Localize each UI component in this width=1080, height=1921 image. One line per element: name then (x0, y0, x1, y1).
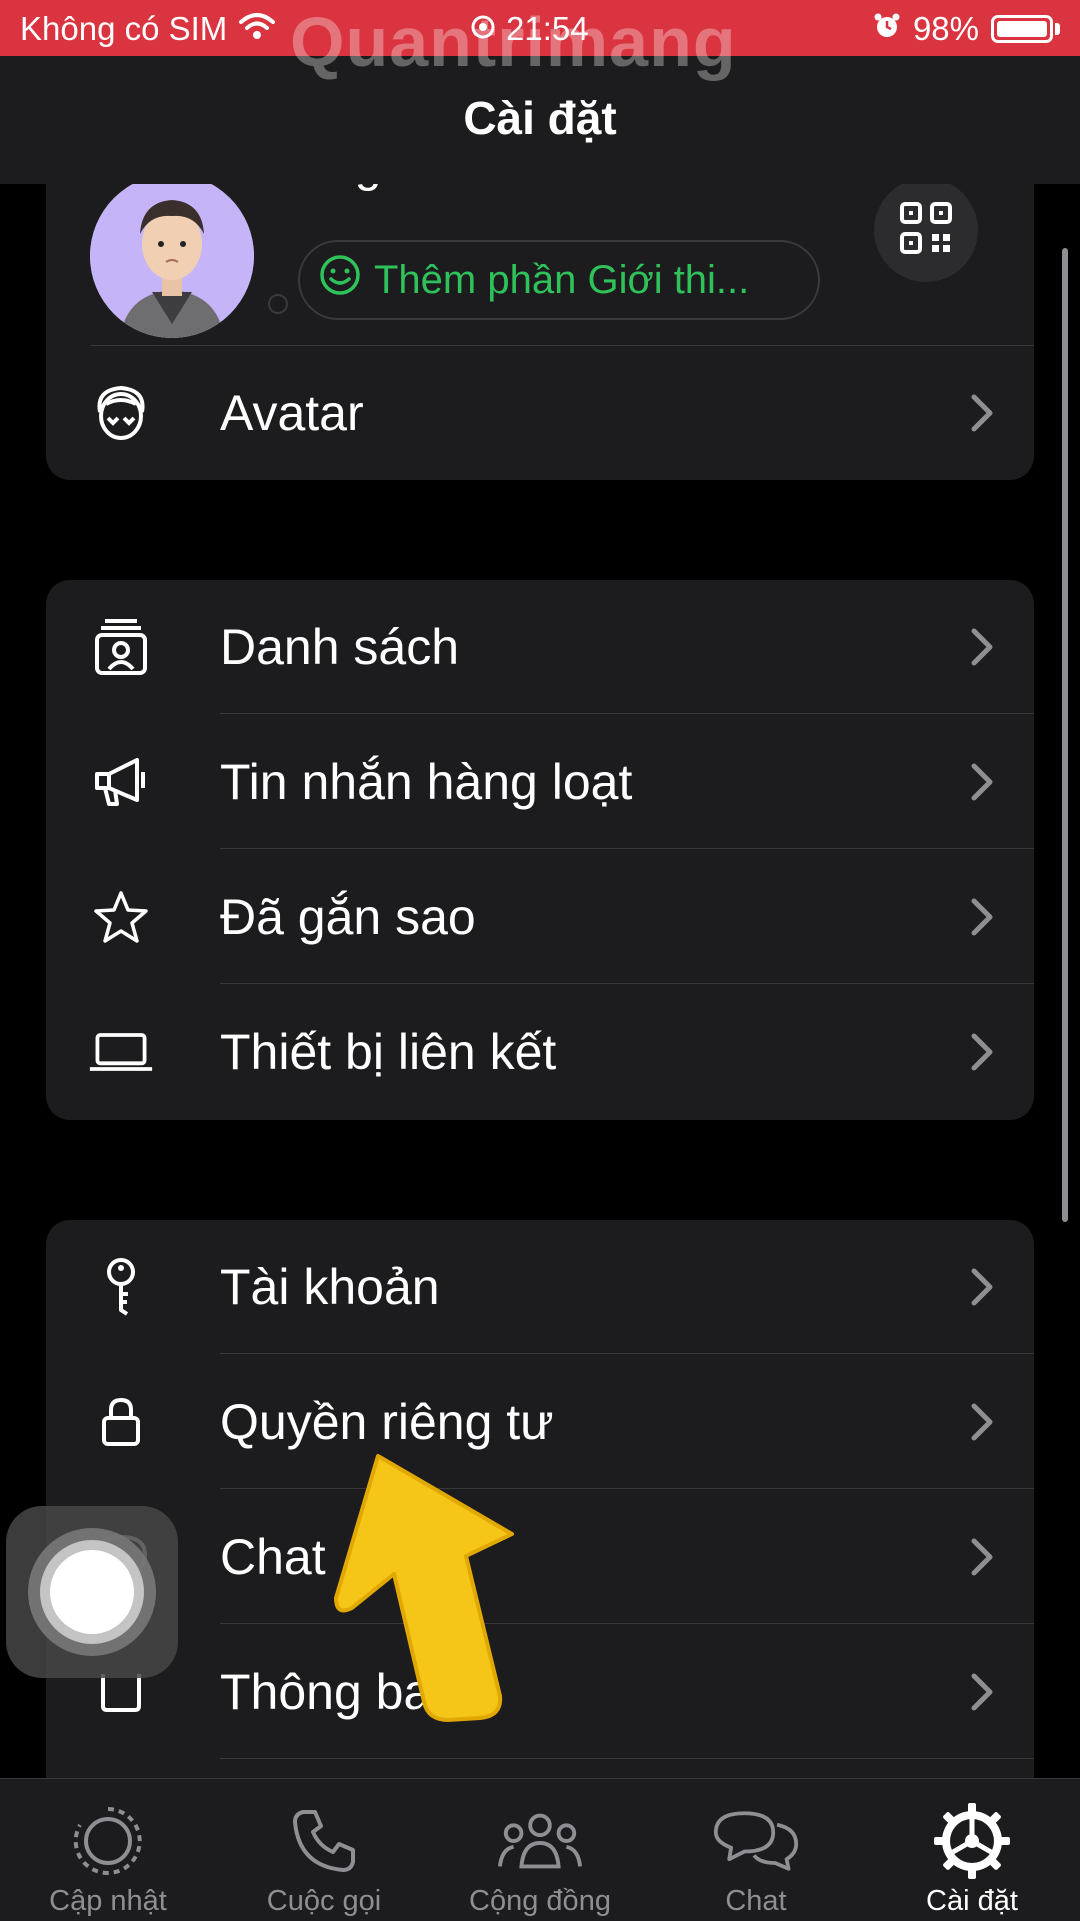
laptop-icon (88, 1019, 154, 1085)
about-button[interactable]: Thêm phần Giới thi... (298, 240, 820, 320)
settings-row-account[interactable]: Tài khoản (46, 1220, 1034, 1354)
qr-code-button[interactable] (874, 184, 978, 282)
bubble-tail (268, 294, 288, 314)
qr-code-icon (898, 200, 954, 261)
chats-icon (712, 1797, 800, 1885)
battery-icon (991, 15, 1053, 43)
chevron-right-icon (968, 391, 996, 435)
tab-label: Cập nhật (49, 1885, 167, 1917)
settings-row-privacy[interactable]: Quyền riêng tư (46, 1355, 1034, 1489)
tab-updates[interactable]: Cập nhật (0, 1779, 216, 1921)
settings-row-notifications[interactable]: Thông ba (46, 1625, 1034, 1759)
row-separator (220, 1353, 1034, 1354)
about-placeholder: Thêm phần Giới thi... (374, 257, 750, 302)
tab-label: Cài đặt (926, 1885, 1018, 1917)
tab-settings[interactable]: Cài đặt (864, 1779, 1080, 1921)
battery-percent: 98% (912, 10, 979, 47)
tab-bar: Cập nhật Cuộc gọi Cộng đồng Chat Cài đặt (0, 1778, 1080, 1921)
chevron-right-icon (968, 1670, 996, 1714)
phone-icon (280, 1797, 368, 1885)
chevron-right-icon (968, 1535, 996, 1579)
row-label: Đã gắn sao (220, 889, 476, 945)
avatar-face-icon (88, 380, 154, 446)
row-separator (220, 713, 1034, 714)
row-label: Avatar (220, 385, 364, 441)
row-separator (220, 983, 1034, 984)
row-separator (220, 1758, 1034, 1759)
row-label: Danh sách (220, 619, 460, 675)
settings-row-starred[interactable]: Đã gắn sao (46, 850, 1034, 984)
row-label: Tin nhắn hàng loạt (220, 754, 633, 810)
settings-gear-icon (928, 1797, 1016, 1885)
settings-row-chats[interactable]: Chat (46, 1490, 1034, 1624)
community-icon (496, 1797, 584, 1885)
lists-card: Danh sách Tin nhắn hàng loạt Đã gắn sao … (46, 580, 1034, 1120)
smiley-icon (318, 253, 362, 307)
row-label: Tài khoản (220, 1259, 440, 1315)
row-label: Thiết bị liên kết (220, 1024, 557, 1080)
contact-list-icon (88, 614, 154, 680)
settings-row-linked-devices[interactable]: Thiết bị liên kết (46, 985, 1034, 1119)
tab-label: Chat (725, 1885, 787, 1917)
chevron-right-icon (968, 625, 996, 669)
alarm-icon (873, 10, 901, 48)
tab-label: Cộng đồng (469, 1885, 611, 1917)
key-icon (88, 1254, 154, 1320)
carrier-label: Không có SIM (20, 10, 228, 47)
chevron-right-icon (968, 895, 996, 939)
tab-chats[interactable]: Chat (648, 1779, 864, 1921)
battery-cap (1055, 23, 1060, 35)
chevron-right-icon (968, 1265, 996, 1309)
megaphone-icon (88, 749, 154, 815)
chevron-right-icon (968, 1400, 996, 1444)
annotation-arrow-icon (316, 1444, 530, 1730)
avatar[interactable] (90, 184, 254, 338)
settings-row-lists[interactable]: Danh sách (46, 580, 1034, 714)
settings-row-broadcast[interactable]: Tin nhắn hàng loạt (46, 715, 1034, 849)
chevron-right-icon (968, 760, 996, 804)
profile-name[interactable]: Angel Park (296, 184, 531, 193)
chevron-right-icon (968, 1030, 996, 1074)
updates-icon (64, 1797, 152, 1885)
tab-label: Cuộc gọi (266, 1885, 382, 1917)
settings-row-avatar[interactable]: Avatar (46, 346, 1034, 480)
star-icon (88, 884, 154, 950)
wifi-icon (239, 10, 276, 48)
watermark-logo: Quantrimang (290, 3, 737, 81)
row-separator (220, 848, 1034, 849)
assistive-touch-button[interactable] (6, 1506, 178, 1678)
lock-icon (88, 1389, 154, 1455)
tab-communities[interactable]: Cộng đồng (432, 1779, 648, 1921)
row-label: Chat (220, 1529, 326, 1585)
account-card: Tài khoản Quyền riêng tư Chat Thông ba (46, 1220, 1034, 1778)
profile-card: Angel Park Thêm phần Giới thi... (46, 184, 1034, 480)
assistive-ring-inner (50, 1550, 134, 1634)
tab-calls[interactable]: Cuộc gọi (216, 1779, 432, 1921)
scrollbar[interactable] (1062, 248, 1068, 1222)
